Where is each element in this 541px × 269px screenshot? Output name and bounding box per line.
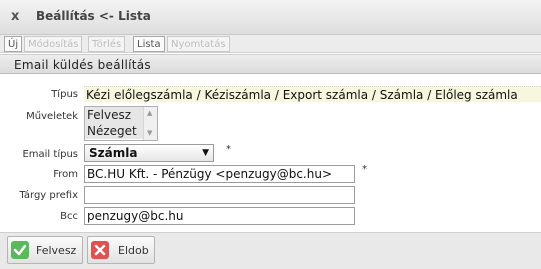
scroll-down-icon[interactable]: ▼ [147, 129, 152, 137]
email-type-label: Email típus [22, 149, 78, 160]
section-header: Email küldés beállítás [0, 54, 541, 74]
from-value: BC.HU Kft. - Pénzügy <penzugy@bc.hu> [87, 167, 333, 181]
add-button[interactable]: Felvesz [7, 236, 83, 264]
toolbar: Új Módosítás Törlés Lista Nyomtatás [0, 35, 541, 53]
bcc-label: Bcc [60, 211, 78, 222]
from-field[interactable]: BC.HU Kft. - Pénzügy <penzugy@bc.hu> [84, 165, 355, 183]
discard-button-label: Eldob [118, 244, 149, 257]
email-type-value: Számla [89, 146, 138, 160]
from-label: From [53, 169, 78, 180]
listbox-scrollbar[interactable]: ▲ ▼ [143, 107, 157, 140]
operations-option-view[interactable]: Nézeget [85, 123, 143, 139]
operations-label: Műveletek [26, 111, 78, 122]
window-title: Beállítás <- Lista [36, 9, 151, 23]
tab-list[interactable]: Lista [133, 36, 165, 52]
required-mark: * [226, 144, 231, 155]
operations-listbox[interactable]: Felvesz Nézeget ▲ ▼ [84, 106, 158, 141]
tab-new[interactable]: Új [4, 36, 23, 52]
title-bar: x Beállítás <- Lista [0, 0, 541, 35]
tab-delete: Törlés [88, 36, 126, 52]
add-button-label: Felvesz [36, 244, 77, 257]
operations-option-add[interactable]: Felvesz [85, 107, 143, 123]
bcc-value: penzugy@bc.hu [87, 209, 184, 223]
discard-button[interactable]: Eldob [87, 236, 155, 264]
scroll-up-icon[interactable]: ▲ [147, 109, 152, 117]
type-value-row: Kézi előlegszámla / Kéziszámla / Export … [84, 86, 541, 102]
tab-modify: Módosítás [24, 36, 83, 52]
required-mark: * [362, 164, 367, 175]
discard-icon [91, 241, 109, 259]
type-value: Kézi előlegszámla / Kéziszámla / Export … [86, 88, 518, 102]
bcc-field[interactable]: penzugy@bc.hu [84, 207, 355, 225]
check-icon [11, 241, 29, 259]
tab-print: Nyomtatás [167, 36, 230, 52]
subject-prefix-field[interactable] [84, 186, 355, 204]
close-icon[interactable]: x [11, 9, 19, 24]
chevron-down-icon: ▼ [202, 148, 209, 158]
subject-prefix-label: Tárgy prefix [19, 190, 78, 201]
type-label: Típus [51, 89, 78, 100]
section-title: Email küldés beállítás [14, 58, 151, 72]
email-type-select[interactable]: Számla ▼ [84, 144, 214, 162]
